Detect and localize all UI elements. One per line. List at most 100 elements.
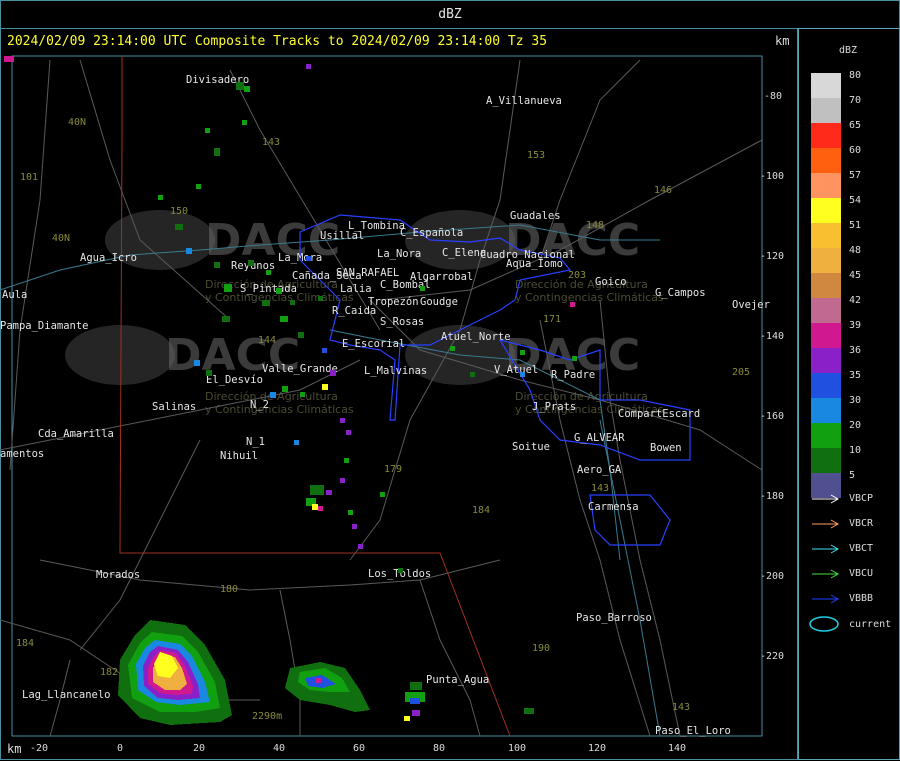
svg-text:153: 153 — [527, 150, 545, 161]
place-label: Cda_Amarilla — [38, 428, 114, 440]
place-label: N_2 — [250, 399, 269, 411]
x-tick-label: 0 — [117, 743, 123, 754]
y-tick-label: -160 — [760, 411, 784, 422]
place-label: Agua_Icro — [80, 252, 137, 264]
km-unit-label-top: km — [775, 34, 790, 48]
svg-text:171: 171 — [543, 314, 561, 325]
x-tick-label: 20 — [193, 743, 205, 754]
place-label: R_Caida — [332, 305, 376, 317]
svg-text:143: 143 — [672, 702, 690, 713]
legend-level-label: 54 — [849, 195, 862, 206]
legend-swatch — [811, 323, 841, 348]
place-label: Aero_GA — [577, 464, 622, 476]
svg-text:2290m: 2290m — [252, 711, 282, 722]
track-arrow-icon — [812, 519, 840, 529]
place-label: Paso_El_Loro — [655, 725, 731, 737]
place-label: Usillal — [320, 230, 364, 242]
place-label: El_Desvío — [206, 374, 263, 386]
legend-level-label: 39 — [849, 320, 862, 331]
y-tick-label: -120 — [760, 251, 784, 262]
legend-level-label: 5 — [849, 470, 856, 481]
svg-text:190: 190 — [532, 643, 550, 654]
track-label: VBCU — [849, 568, 874, 579]
storm-cell-valle-grande — [306, 485, 332, 511]
legend-swatch — [811, 123, 841, 148]
track-label: VBCR — [849, 518, 874, 529]
y-axis: -80 -100 -120 -140 -160 -180 -200 -220 — [760, 91, 784, 662]
legend-swatch — [811, 198, 841, 223]
x-tick-label: 40 — [273, 743, 285, 754]
place-label: Ovejer — [732, 299, 770, 311]
place-label: La_Mora — [278, 252, 322, 264]
window-title: dBZ — [438, 7, 462, 22]
place-label: SAN_RAFAEL — [336, 267, 399, 279]
legend-level-label: 60 — [849, 145, 862, 156]
place-label: Goudge — [420, 296, 458, 308]
legend-level-label: 80 — [849, 70, 862, 81]
svg-text:203: 203 — [568, 270, 586, 281]
place-label: Carmensa — [588, 501, 639, 513]
track-arrow-icon — [812, 494, 840, 504]
legend-swatch — [811, 248, 841, 273]
legend-level-label: 57 — [849, 170, 862, 181]
x-tick-label: -20 — [30, 743, 48, 754]
place-label: La_Nora — [377, 248, 421, 260]
track-label: VBCT — [849, 543, 874, 554]
storm-cell-southwest — [118, 620, 232, 725]
place-label: J_Prats — [532, 401, 576, 413]
y-tick-label: -180 — [760, 491, 784, 502]
svg-text:143: 143 — [591, 483, 609, 494]
legend-title: dBZ — [839, 45, 858, 56]
place-label: Guadales — [510, 210, 561, 222]
place-label: R_Padre — [551, 369, 595, 381]
place-label: Atuel_Norte — [441, 331, 511, 343]
y-tick-label: -220 — [760, 651, 784, 662]
svg-text:179: 179 — [384, 464, 402, 475]
track-arrow-icon — [812, 569, 840, 579]
legend-level-label: 30 — [849, 395, 862, 406]
legend-swatch — [811, 273, 841, 298]
svg-text:182: 182 — [100, 667, 118, 678]
place-label: Goico — [595, 276, 627, 288]
svg-text:143: 143 — [262, 137, 280, 148]
composite-header: 2024/02/09 23:14:00 UTC Composite Tracks… — [7, 34, 548, 49]
place-label: Morados — [96, 569, 140, 581]
track-label: VBBB — [849, 593, 874, 604]
legend-level-label: 10 — [849, 445, 862, 456]
place-label: Paso_Barroso — [576, 612, 652, 624]
y-tick-label: -200 — [760, 571, 784, 582]
place-label: S_Pintada — [240, 283, 297, 295]
svg-text:40N: 40N — [68, 117, 86, 128]
legend-swatch — [811, 173, 841, 198]
place-label: Lalia — [340, 283, 372, 295]
place-label: Aqua_Iomo — [506, 258, 563, 270]
place-label: L_Malvinas — [364, 365, 427, 377]
place-label: Valle_Grande — [262, 363, 338, 375]
legend-swatch — [811, 423, 841, 448]
place-label: N_1 — [246, 436, 265, 448]
place-label: Punta_Agua — [426, 674, 489, 686]
current-ellipse-icon — [809, 616, 839, 632]
track-label: VBCP — [849, 493, 874, 504]
title-bar: dBZ — [0, 0, 900, 29]
legend-swatch — [811, 298, 841, 323]
legend-level-label: 45 — [849, 270, 862, 281]
storm-cell-south — [404, 682, 534, 721]
legend-swatch — [811, 73, 841, 98]
place-label: S_Rosas — [380, 316, 424, 328]
legend-level-label: 35 — [849, 370, 862, 381]
svg-text:40N: 40N — [52, 233, 70, 244]
legend-swatch — [811, 373, 841, 398]
storm-cell-south-center — [285, 662, 370, 712]
svg-text:144: 144 — [258, 335, 276, 346]
x-tick-label: 120 — [588, 743, 606, 754]
x-tick-label: 60 — [353, 743, 365, 754]
legend-swatch — [811, 348, 841, 373]
svg-text:184: 184 — [16, 638, 34, 649]
radar-map[interactable]: DACC Dirección de Agricultura y Continge… — [0, 54, 796, 754]
y-tick-label: -100 — [760, 171, 784, 182]
legend-swatch — [811, 398, 841, 423]
place-label: C_Española — [400, 227, 463, 239]
y-tick-label: -140 — [760, 331, 784, 342]
place-label: Pampa_Diamante — [0, 320, 89, 332]
